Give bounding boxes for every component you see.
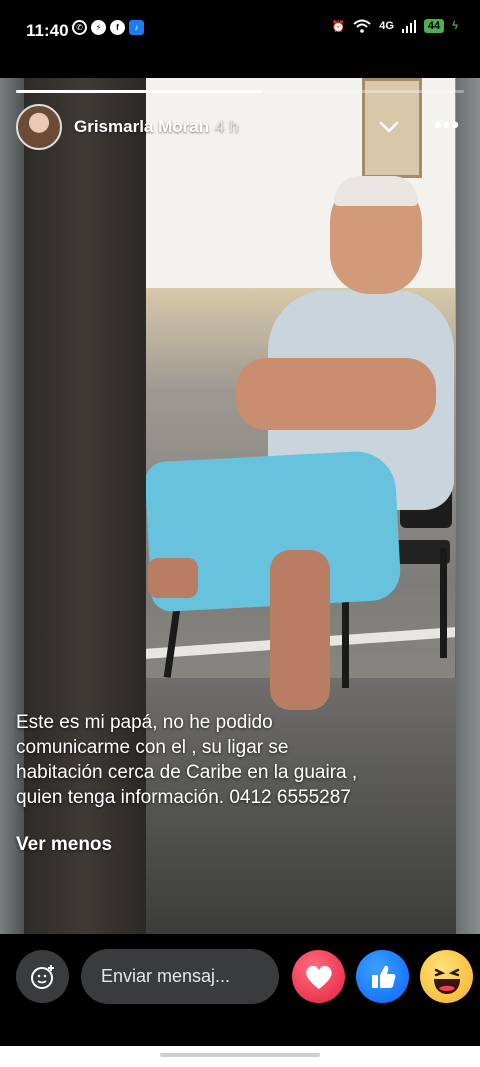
story-header: Grismarla Moran 4 h ••• [16, 104, 464, 152]
status-bar: 11:40 ✆ ⚡ f ♪ ⏰ 4G 44 ϟ [0, 0, 480, 62]
facebook-icon: f [110, 20, 125, 35]
photo-chair-leg [440, 548, 447, 658]
more-options-button[interactable]: ••• [434, 112, 460, 138]
system-icons: ⏰ 4G 44 ϟ [332, 19, 458, 33]
haha-reaction-button[interactable] [420, 950, 473, 1003]
laughing-face-icon [433, 968, 460, 994]
message-input[interactable] [81, 949, 279, 1004]
story-progress-bar [16, 90, 464, 93]
photo-person-arms [236, 358, 436, 430]
wifi-icon [353, 19, 371, 33]
avatar[interactable] [16, 104, 62, 150]
like-reaction-button[interactable] [356, 950, 409, 1003]
music-app-icon: ♪ [129, 20, 144, 35]
author-name: Grismarla Moran [74, 117, 210, 136]
alarm-icon: ⏰ [331, 20, 346, 33]
status-time: 11:40 [26, 21, 69, 40]
thumbs-up-icon [371, 965, 395, 988]
charging-icon: ϟ [452, 20, 458, 32]
notification-icons: ✆ ⚡ f ♪ [72, 20, 144, 35]
love-reaction-button[interactable] [292, 950, 345, 1003]
heart-icon [305, 965, 332, 989]
chevron-down-icon[interactable] [376, 114, 402, 140]
home-indicator[interactable] [160, 1053, 320, 1057]
network-type: 4G [379, 20, 394, 32]
battery-level: 44 [423, 19, 445, 33]
see-less-link[interactable]: Ver menos [16, 834, 112, 856]
whatsapp-icon: ✆ [72, 20, 87, 35]
story-time: 4 h [215, 117, 239, 136]
story-side-blur-right [456, 78, 480, 934]
photo-person-leg [148, 558, 198, 598]
story-author[interactable]: Grismarla Moran 4 h [74, 117, 239, 137]
story-viewer[interactable]: Grismarla Moran 4 h ••• Este es mi papá, … [0, 78, 480, 934]
photo-person-hair [334, 176, 418, 206]
story-caption: Este es mi papá, no he podido comunicarm… [16, 712, 358, 808]
signal-icon [401, 20, 416, 33]
photo-person-leg [270, 550, 330, 710]
messenger-icon: ⚡ [91, 20, 106, 35]
add-reaction-button[interactable] [16, 950, 69, 1003]
add-emoji-icon [30, 964, 54, 989]
story-progress-fill [16, 90, 263, 93]
